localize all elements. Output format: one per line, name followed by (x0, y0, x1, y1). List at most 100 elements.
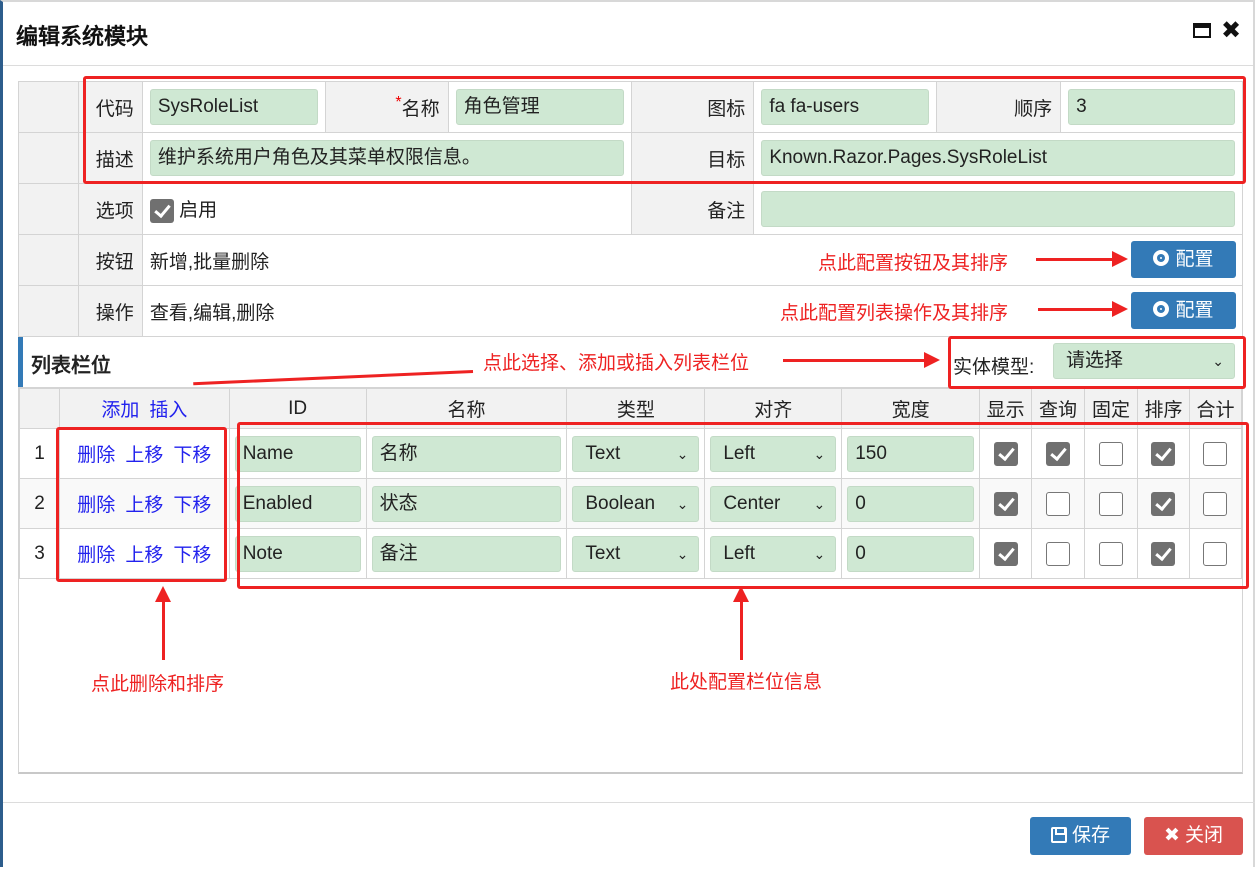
gear-icon (1153, 301, 1170, 317)
chevron-down-icon: ⌄ (676, 495, 689, 512)
dialog-titlebar: 编辑系统模块 ✖ (3, 2, 1253, 66)
note-input[interactable] (761, 191, 1235, 227)
header-id: ID (228, 388, 367, 429)
annotation-buttons-hint: 点此配置按钮及其排序 (818, 253, 1009, 274)
column-width-input[interactable]: 150 (847, 435, 975, 472)
column-name-input[interactable]: 备注 (371, 535, 562, 572)
column-id-input[interactable]: Note (234, 535, 361, 572)
column-name-input[interactable]: 状态 (371, 485, 562, 522)
config-buttons-button[interactable]: 配置 (1131, 241, 1236, 278)
header-sort: 排序 (1136, 388, 1190, 429)
fixed-checkbox[interactable] (1098, 441, 1123, 466)
show-checkbox[interactable] (993, 491, 1018, 516)
row-index: 3 (19, 528, 60, 579)
row-index: 2 (19, 478, 60, 529)
target-input[interactable]: Known.Razor.Pages.SysRoleList (761, 140, 1235, 176)
header-name: 名称 (365, 388, 568, 429)
header-fixed: 固定 (1084, 388, 1138, 429)
column-type-select[interactable]: Text ⌄ (572, 435, 700, 472)
floppy-disk-icon (1050, 827, 1067, 843)
fixed-checkbox[interactable] (1098, 491, 1123, 516)
note-label: 备注 (630, 183, 755, 235)
sort-checkbox[interactable] (1151, 441, 1176, 466)
times-icon: ✖ (1164, 825, 1180, 846)
chevron-down-icon: ⌄ (676, 545, 689, 562)
chevron-down-icon: ⌄ (813, 445, 826, 462)
header-show: 显示 (979, 388, 1033, 429)
annotation-columns-hint: 点此选择、添加或插入列表栏位 (483, 353, 750, 374)
annotation-arrow (783, 352, 940, 368)
column-type-select[interactable]: Text ⌄ (572, 535, 700, 572)
sort-checkbox[interactable] (1151, 541, 1176, 566)
maximize-icon[interactable] (1193, 23, 1211, 38)
header-width: 宽度 (841, 388, 981, 429)
enabled-checkbox[interactable] (149, 198, 174, 223)
module-form: 代码 SysRoleList *名称 角色管理 图标 fa fa-users 顺… (18, 81, 1244, 337)
delete-row-link[interactable]: 删除 (77, 545, 115, 566)
annotation-row-ops-hint: 点此删除和排序 (91, 674, 225, 695)
close-button[interactable]: ✖ 关闭 (1144, 817, 1243, 855)
move-down-link[interactable]: 下移 (173, 495, 211, 516)
show-checkbox[interactable] (993, 441, 1018, 466)
desc-input[interactable]: 维护系统用户角色及其菜单权限信息。 (149, 140, 624, 176)
header-sum: 合计 (1188, 388, 1243, 429)
query-checkbox[interactable] (1046, 491, 1071, 516)
delete-row-link[interactable]: 删除 (77, 495, 115, 516)
code-input[interactable]: SysRoleList (149, 89, 318, 125)
sum-checkbox[interactable] (1203, 491, 1228, 516)
column-width-input[interactable]: 0 (847, 485, 975, 522)
sum-checkbox[interactable] (1203, 541, 1228, 566)
header-align: 对齐 (704, 388, 843, 429)
gear-icon (1153, 250, 1170, 266)
move-up-link[interactable]: 上移 (125, 445, 163, 466)
close-icon[interactable]: ✖ (1221, 19, 1241, 43)
query-checkbox[interactable] (1046, 541, 1071, 566)
name-label: *名称 (324, 81, 449, 133)
enabled-label: 启用 (179, 200, 218, 221)
table-row: 1 删除 上移 下移 Name 名称 Text ⌄ Left ⌄ 150 (19, 428, 1243, 479)
move-up-link[interactable]: 上移 (125, 545, 163, 566)
column-align-select[interactable]: Left ⌄ (710, 435, 837, 472)
sort-checkbox[interactable] (1151, 491, 1176, 516)
annotation-arrow (1038, 301, 1128, 317)
columns-grid: 添加 插入 ID 名称 类型 对齐 宽度 显示 查询 固定 排序 合计 1 删除 上移… (18, 387, 1243, 774)
name-input[interactable]: 角色管理 (455, 89, 624, 125)
chevron-down-icon: ⌄ (813, 495, 826, 512)
column-type-select[interactable]: Boolean ⌄ (572, 485, 700, 522)
save-button[interactable]: 保存 (1030, 817, 1131, 855)
add-column-link[interactable]: 添加 (101, 400, 139, 421)
move-up-link[interactable]: 上移 (125, 495, 163, 516)
row-index: 1 (19, 428, 60, 479)
column-id-input[interactable]: Name (234, 435, 361, 472)
actions-label: 操作 (77, 285, 143, 337)
annotation-actions-hint: 点此配置列表操作及其排序 (780, 303, 1009, 324)
entity-model-label: 实体模型: (953, 357, 1035, 378)
buttons-label: 按钮 (77, 234, 143, 286)
order-input[interactable]: 3 (1068, 89, 1235, 125)
delete-row-link[interactable]: 删除 (77, 445, 115, 466)
fixed-checkbox[interactable] (1098, 541, 1123, 566)
column-name-input[interactable]: 名称 (371, 435, 562, 472)
table-row: 2 删除 上移 下移 Enabled 状态 Boolean ⌄ Center ⌄ 0 (19, 478, 1243, 529)
entity-model-select[interactable]: 请选择 ⌄ (1053, 343, 1235, 379)
move-down-link[interactable]: 下移 (173, 445, 211, 466)
sum-checkbox[interactable] (1203, 441, 1228, 466)
dialog-title: 编辑系统模块 (16, 24, 149, 49)
edit-module-dialog: 编辑系统模块 ✖ 代码 SysRoleList *名称 角色管理 图标 fa f… (0, 0, 1255, 867)
icon-input[interactable]: fa fa-users (761, 89, 930, 125)
insert-column-link[interactable]: 插入 (149, 400, 187, 421)
config-actions-button[interactable]: 配置 (1131, 292, 1236, 329)
options-label: 选项 (77, 183, 143, 235)
column-id-input[interactable]: Enabled (234, 485, 361, 522)
table-row: 3 删除 上移 下移 Note 备注 Text ⌄ Left ⌄ 0 (19, 528, 1243, 579)
column-width-input[interactable]: 0 (847, 535, 975, 572)
desc-label: 描述 (77, 132, 143, 184)
annotation-arrow (1036, 251, 1128, 267)
move-down-link[interactable]: 下移 (173, 545, 211, 566)
grid-header-row: 添加 插入 ID 名称 类型 对齐 宽度 显示 查询 固定 排序 合计 (19, 388, 1243, 429)
column-align-select[interactable]: Left ⌄ (710, 535, 837, 572)
show-checkbox[interactable] (993, 541, 1018, 566)
chevron-down-icon: ⌄ (813, 545, 826, 562)
query-checkbox[interactable] (1046, 441, 1071, 466)
column-align-select[interactable]: Center ⌄ (710, 485, 837, 522)
